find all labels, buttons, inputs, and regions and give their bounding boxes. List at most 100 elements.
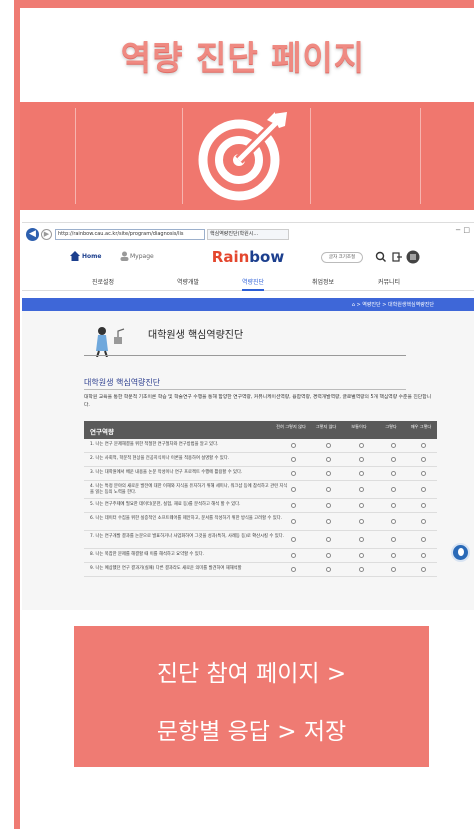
answer-radio[interactable] xyxy=(291,567,296,572)
answer-radio[interactable] xyxy=(291,537,296,542)
table-row: 8. 나는 복잡한 문제를 해결할 때 이를 해석하고 요약할 수 있다. xyxy=(84,549,437,563)
answer-radio[interactable] xyxy=(421,443,426,448)
breadcrumb: ⌂ > 역량진단 > 대학원생핵심역량진단 xyxy=(351,302,434,308)
survey-table: 연구역량 전혀 그렇지 않다 그렇지 않다 보통이다 그렇다 매우 그렇다 1.… xyxy=(84,421,437,577)
person-illustration-icon xyxy=(96,327,125,357)
main-nav: 진로설정 역량개발 역량진단 취업정보 커뮤니티 xyxy=(22,273,474,291)
table-category: 연구역량 xyxy=(90,428,114,436)
caption-line-1: 진단 참여 페이지 > xyxy=(156,661,347,687)
band-gridline xyxy=(420,108,421,204)
top-accent-bar xyxy=(14,0,474,8)
answer-radio[interactable] xyxy=(391,519,396,524)
table-row: 1. 나는 연구 문제해결을 위한 적절한 연구절차와 연구방법을 알고 있다. xyxy=(84,439,437,453)
logout-icon[interactable] xyxy=(390,250,404,264)
answer-radio[interactable] xyxy=(359,471,364,476)
font-size-button[interactable]: 글자 크기조절 xyxy=(321,252,363,263)
answer-radio[interactable] xyxy=(391,443,396,448)
answer-radio[interactable] xyxy=(391,457,396,462)
page-heading: 대학원생 핵심역량진단 xyxy=(148,330,244,341)
answer-radio[interactable] xyxy=(421,503,426,508)
answer-radio[interactable] xyxy=(391,537,396,542)
section-divider xyxy=(84,389,406,390)
option-label: 매우 그렇다 xyxy=(410,424,432,429)
answer-radio[interactable] xyxy=(359,553,364,558)
table-row: 4. 나는 특정 분야의 새로운 발전에 대한 이해와 지식을 유지하기 위해 … xyxy=(84,481,437,499)
back-button[interactable]: ◀ xyxy=(26,227,39,241)
logo-text-part1: Rain xyxy=(211,248,250,266)
answer-radio[interactable] xyxy=(421,567,426,572)
answer-radio[interactable] xyxy=(291,457,296,462)
answer-radio[interactable] xyxy=(326,537,331,542)
floating-help-button[interactable] xyxy=(451,543,470,562)
answer-radio[interactable] xyxy=(326,487,331,492)
breadcrumb-bar: ⌂ > 역량진단 > 대학원생핵심역량진단 xyxy=(22,298,474,311)
answer-radio[interactable] xyxy=(359,537,364,542)
answer-radio[interactable] xyxy=(421,471,426,476)
answer-radio[interactable] xyxy=(326,443,331,448)
search-icon[interactable] xyxy=(374,250,388,264)
answer-radio[interactable] xyxy=(326,503,331,508)
target-arrow-icon xyxy=(195,108,291,204)
forward-button[interactable]: ▶ xyxy=(41,228,52,240)
nav-item-jobs[interactable]: 취업정보 xyxy=(312,277,334,286)
answer-radio[interactable] xyxy=(326,553,331,558)
option-label: 전혀 그렇지 않다 xyxy=(276,424,306,429)
answer-radio[interactable] xyxy=(421,487,426,492)
answer-radio[interactable] xyxy=(359,567,364,572)
answer-radio[interactable] xyxy=(391,503,396,508)
answer-radio[interactable] xyxy=(359,443,364,448)
table-body: 1. 나는 연구 문제해결을 위한 적절한 연구절차와 연구방법을 알고 있다.… xyxy=(84,439,437,577)
answer-radio[interactable] xyxy=(359,457,364,462)
answer-radio[interactable] xyxy=(421,537,426,542)
window-controls[interactable]: − □ xyxy=(455,226,470,234)
answer-radio[interactable] xyxy=(421,553,426,558)
table-row: 9. 나는 예상했던 연구 결과가(실패) 다른 결과라도 새로운 의미를 발견… xyxy=(84,563,437,577)
caption-line-2: 문항별 응답 > 저장 xyxy=(156,719,347,745)
answer-radio[interactable] xyxy=(326,471,331,476)
section-title: 대학원생 핵심역량진단 xyxy=(84,378,161,387)
answer-radio[interactable] xyxy=(391,553,396,558)
page-title: 역량 진단 페이지 xyxy=(120,38,366,77)
browser-screenshot: ◀ ▶ http://rainbow.cau.ac.kr/site/progra… xyxy=(22,222,474,610)
answer-radio[interactable] xyxy=(291,471,296,476)
help-icon xyxy=(458,548,464,556)
answer-radio[interactable] xyxy=(326,519,331,524)
table-row: 3. 나는 대학원에서 배운 내용을 논문 작성이나 연구 프로젝트 수행에 활… xyxy=(84,467,437,481)
answer-radio[interactable] xyxy=(391,487,396,492)
nav-item-community[interactable]: 커뮤니티 xyxy=(378,277,400,286)
nav-item-development[interactable]: 역량개발 xyxy=(177,277,199,286)
table-header: 연구역량 전혀 그렇지 않다 그렇지 않다 보통이다 그렇다 매우 그렇다 xyxy=(84,421,437,439)
answer-radio[interactable] xyxy=(291,519,296,524)
option-label: 그렇지 않다 xyxy=(315,424,337,429)
band-gridline xyxy=(75,108,76,204)
answer-radio[interactable] xyxy=(421,457,426,462)
question-text: 7. 나는 연구개발 결과를 논문으로 발표하거나 사업화하여 그것을 성과(특… xyxy=(90,534,284,539)
question-text: 9. 나는 예상했던 연구 결과가(실패) 다른 결과라도 새로운 의미를 발견… xyxy=(90,566,242,571)
answer-radio[interactable] xyxy=(291,553,296,558)
question-text: 6. 나는 데이터 수집을 위한 실증적인 소프트웨어를 제안하고, 문서를 작… xyxy=(90,516,282,521)
answer-radio[interactable] xyxy=(359,519,364,524)
answer-radio[interactable] xyxy=(291,443,296,448)
question-text: 2. 나는 사회적, 학문적 현상을 전공지식이나 이론을 적용하여 설명할 수… xyxy=(90,456,230,461)
browser-tab[interactable]: 핵심역량진단(학원시... xyxy=(207,228,289,240)
answer-radio[interactable] xyxy=(326,457,331,462)
table-row: 5. 나는 연구주제에 필요한 데이터(문헌, 실험, 재료 등)를 분석하고 … xyxy=(84,499,437,513)
question-text: 4. 나는 특정 분야의 새로운 발전에 대한 이해와 지식을 유지하기 위해 … xyxy=(90,484,288,495)
table-row: 2. 나는 사회적, 학문적 현상을 전공지식이나 이론을 적용하여 설명할 수… xyxy=(84,453,437,467)
answer-radio[interactable] xyxy=(421,519,426,524)
section-description: 대학원 교육을 통한 학문적 기초이론 학습 및 학술연구 수행을 통해 함양한… xyxy=(84,395,432,408)
answer-radio[interactable] xyxy=(391,471,396,476)
answer-radio[interactable] xyxy=(391,567,396,572)
nav-item-career[interactable]: 진로설정 xyxy=(92,277,114,286)
caption-box: 진단 참여 페이지 > 문항별 응답 > 저장 xyxy=(74,626,429,767)
answer-radio[interactable] xyxy=(359,503,364,508)
nav-item-diagnosis[interactable]: 역량진단 xyxy=(242,277,265,291)
option-label: 보통이다 xyxy=(351,424,367,429)
answer-radio[interactable] xyxy=(291,487,296,492)
answer-radio[interactable] xyxy=(359,487,364,492)
address-bar[interactable]: http://rainbow.cau.ac.kr/site/program/di… xyxy=(55,228,205,240)
menu-icon[interactable] xyxy=(406,250,420,264)
table-row: 7. 나는 연구개발 결과를 논문으로 발표하거나 사업화하여 그것을 성과(특… xyxy=(84,531,437,549)
answer-radio[interactable] xyxy=(291,503,296,508)
answer-radio[interactable] xyxy=(326,567,331,572)
